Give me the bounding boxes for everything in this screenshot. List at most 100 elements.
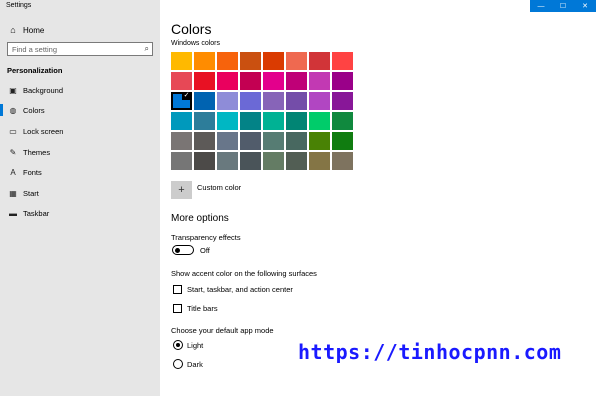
custom-color-button[interactable]: +: [171, 181, 192, 199]
color-swatch[interactable]: [240, 92, 261, 110]
dark-mode-radio[interactable]: [173, 359, 183, 369]
light-mode-radio-label[interactable]: Light: [187, 341, 203, 350]
sidebar-item-label: Lock screen: [23, 126, 64, 136]
search-input[interactable]: Find a setting ⌕: [7, 42, 153, 56]
color-swatch[interactable]: [263, 152, 284, 170]
close-button[interactable]: ✕: [574, 0, 596, 12]
watermark: https://tinhocpnn.com: [298, 340, 562, 364]
color-swatch[interactable]: [286, 92, 307, 110]
dark-mode-radio-label[interactable]: Dark: [187, 360, 203, 369]
transparency-state: Off: [200, 246, 210, 255]
color-swatch[interactable]: [332, 132, 353, 150]
sidebar: Settings ⌂ Home Find a setting ⌕ Persona…: [0, 0, 160, 396]
color-swatch[interactable]: [286, 112, 307, 130]
start-taskbar-checkbox-label[interactable]: Start, taskbar, and action center: [187, 285, 293, 294]
windows-colors-label: Windows colors: [171, 40, 221, 47]
plus-icon: +: [178, 184, 185, 196]
color-swatch[interactable]: [171, 112, 192, 130]
picture-icon: ▣: [9, 85, 17, 95]
section-header: Personalization: [7, 66, 63, 75]
sidebar-item-lock-screen[interactable]: ▭ Lock screen: [0, 123, 160, 139]
color-swatch[interactable]: [263, 132, 284, 150]
color-swatch[interactable]: [286, 132, 307, 150]
monitor-icon: ▭: [9, 126, 17, 136]
color-swatch[interactable]: [263, 112, 284, 130]
color-swatch[interactable]: [309, 112, 330, 130]
color-swatch[interactable]: [194, 52, 215, 70]
color-swatch[interactable]: [332, 72, 353, 90]
sidebar-item-label: Background: [23, 85, 64, 95]
color-swatch[interactable]: ✓: [171, 92, 192, 110]
titlebar-controls: — ☐ ✕: [530, 0, 596, 12]
color-swatch[interactable]: [171, 52, 192, 70]
color-swatch[interactable]: [263, 72, 284, 90]
color-swatch[interactable]: [240, 112, 261, 130]
color-swatch[interactable]: [286, 52, 307, 70]
nav-home-label: Home: [23, 25, 45, 35]
sidebar-item-label: Themes: [23, 147, 51, 157]
color-swatch[interactable]: [332, 92, 353, 110]
color-swatch[interactable]: [194, 112, 215, 130]
color-swatch[interactable]: [332, 152, 353, 170]
color-swatch[interactable]: [332, 52, 353, 70]
sidebar-item-background[interactable]: ▣ Background: [0, 82, 160, 98]
color-swatch[interactable]: [240, 132, 261, 150]
check-icon: ✓: [182, 92, 191, 100]
brush-icon: ✎: [9, 147, 17, 157]
accent-surfaces-label: Show accent color on the following surfa…: [171, 269, 317, 278]
color-swatch[interactable]: [194, 152, 215, 170]
light-mode-radio[interactable]: [173, 340, 183, 350]
color-swatch[interactable]: [171, 152, 192, 170]
color-swatch-grid: ✓: [171, 52, 353, 170]
color-swatch[interactable]: [217, 112, 238, 130]
home-icon: ⌂: [10, 25, 16, 35]
color-swatch[interactable]: [217, 52, 238, 70]
color-swatch[interactable]: [309, 52, 330, 70]
search-icon[interactable]: ⌕: [145, 44, 149, 54]
title-bars-checkbox-label[interactable]: Title bars: [187, 304, 218, 313]
sidebar-item-start[interactable]: ▦ Start: [0, 185, 160, 201]
page-title: Colors: [171, 21, 212, 37]
sidebar-item-label: Taskbar: [23, 208, 50, 218]
start-taskbar-checkbox[interactable]: [173, 285, 182, 294]
app-mode-label: Choose your default app mode: [171, 326, 274, 335]
custom-color-label[interactable]: Custom color: [197, 183, 241, 192]
toggle-knob: [175, 247, 180, 253]
sidebar-item-fonts[interactable]: A Fonts: [0, 164, 160, 180]
color-swatch[interactable]: [240, 72, 261, 90]
color-swatch[interactable]: [286, 152, 307, 170]
color-swatch[interactable]: [263, 52, 284, 70]
sidebar-item-themes[interactable]: ✎ Themes: [0, 144, 160, 160]
color-swatch[interactable]: [194, 92, 215, 110]
color-swatch[interactable]: [309, 72, 330, 90]
color-swatch[interactable]: [171, 132, 192, 150]
palette-icon: ◍: [9, 105, 17, 115]
color-swatch[interactable]: [194, 132, 215, 150]
color-swatch[interactable]: [194, 72, 215, 90]
maximize-button[interactable]: ☐: [552, 0, 574, 12]
color-swatch[interactable]: [217, 72, 238, 90]
nav-home[interactable]: ⌂ Home: [0, 22, 160, 38]
minimize-button[interactable]: —: [530, 0, 552, 12]
title-bars-checkbox[interactable]: [173, 304, 182, 313]
transparency-toggle[interactable]: [172, 245, 194, 255]
color-swatch[interactable]: [240, 152, 261, 170]
color-swatch[interactable]: [263, 92, 284, 110]
color-swatch[interactable]: [309, 132, 330, 150]
color-swatch[interactable]: [240, 52, 261, 70]
sidebar-item-taskbar[interactable]: ▬ Taskbar: [0, 205, 160, 221]
sidebar-item-label: Colors: [23, 105, 45, 115]
color-swatch[interactable]: [217, 152, 238, 170]
search-placeholder: Find a setting: [12, 44, 58, 54]
color-swatch[interactable]: [217, 92, 238, 110]
transparency-label: Transparency effects: [171, 233, 241, 242]
color-swatch[interactable]: [309, 152, 330, 170]
color-swatch[interactable]: [309, 92, 330, 110]
color-swatch[interactable]: [286, 72, 307, 90]
color-swatch[interactable]: [171, 72, 192, 90]
window-title: Settings: [6, 2, 32, 9]
sidebar-item-label: Fonts: [23, 167, 42, 177]
sidebar-item-colors[interactable]: ◍ Colors: [0, 102, 160, 118]
color-swatch[interactable]: [217, 132, 238, 150]
color-swatch[interactable]: [332, 112, 353, 130]
